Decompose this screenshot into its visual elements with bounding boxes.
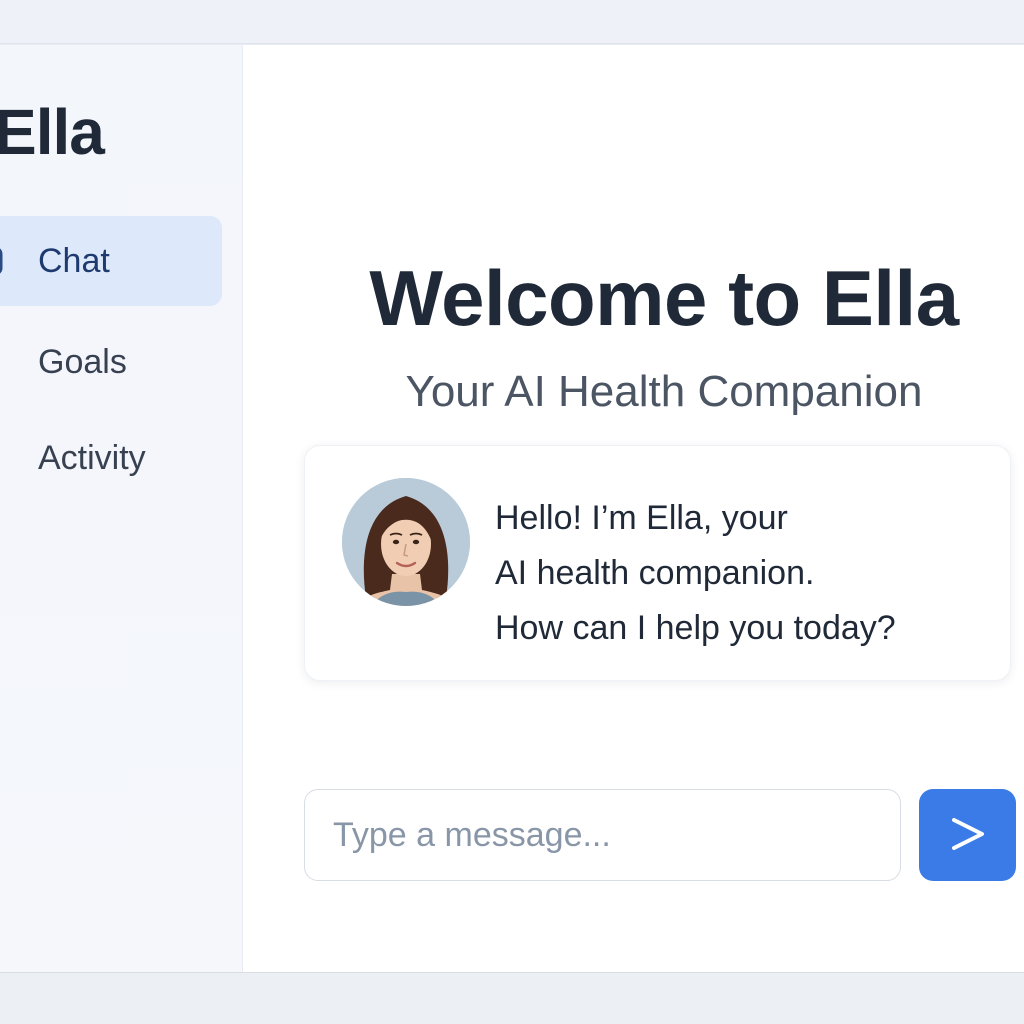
assistant-message-text: Hello! I’m Ella, your AI health companio… [495,491,995,656]
window-bottom-bar [0,972,1024,1024]
activity-bar-icon [0,442,8,474]
send-button[interactable] [919,789,1016,881]
sidebar-item-label: Activity [38,438,146,477]
window-top-bar [0,0,1024,44]
message-input[interactable] [304,789,901,881]
sidebar: Ella Chat Goals Activity [0,45,243,972]
message-line: AI health companion. [495,554,815,592]
sidebar-item-label: Chat [38,241,110,280]
chat-bubble-icon [0,245,8,277]
sidebar-item-chat[interactable]: Chat [0,216,222,306]
sidebar-item-goals[interactable]: Goals [0,317,222,407]
app-window: Ella Chat Goals Activity Welcome to Ella… [0,45,1024,972]
sidebar-item-label: Goals [38,342,127,381]
chevron-right-icon [948,814,988,857]
page-subtitle: Your AI Health Companion [405,367,923,416]
assistant-message-card: Hello! I’m Ella, your AI health companio… [304,445,1011,681]
message-line: How can I help you today? [495,609,896,647]
main-content: Welcome to Ella Your AI Health Companion [243,45,1024,972]
brand-logo-text: Ella [0,96,105,168]
assistant-avatar [342,478,470,606]
star-icon [0,346,8,378]
message-line: Hello! I’m Ella, your [495,499,788,537]
sidebar-item-activity[interactable]: Activity [0,413,222,503]
page-title: Welcome to Ella [369,254,959,342]
